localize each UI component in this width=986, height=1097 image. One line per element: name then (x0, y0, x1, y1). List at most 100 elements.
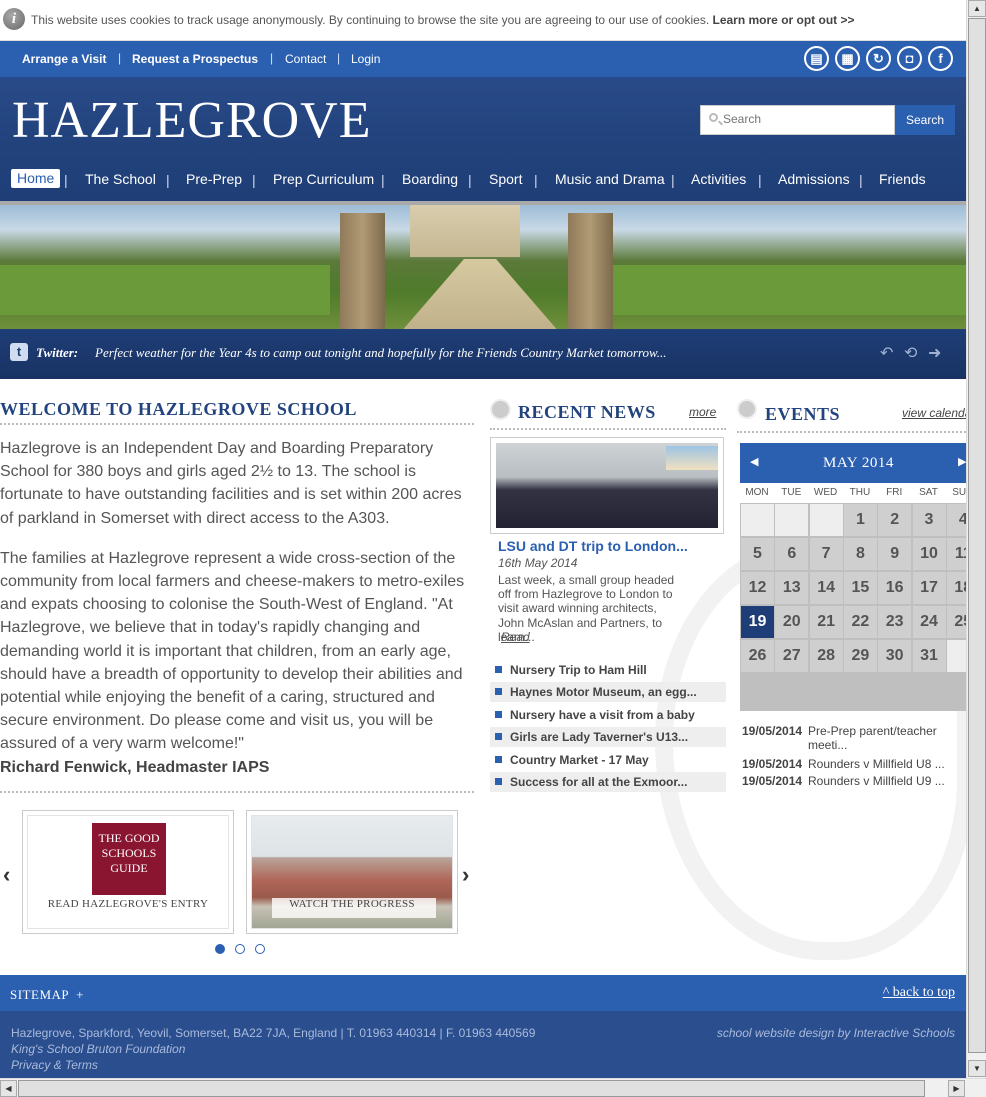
news-item[interactable]: Nursery have a visit from a baby (490, 705, 726, 725)
calendar-day[interactable]: 5 (741, 538, 774, 570)
scroll-left-icon[interactable]: ◀ (0, 1080, 17, 1097)
calendar-icon[interactable]: ▦ (835, 46, 860, 71)
search-button[interactable]: Search (895, 105, 955, 135)
calendar-day[interactable]: 7 (809, 538, 843, 570)
nav-admissions[interactable]: Admissions (778, 171, 850, 187)
newsletter-icon[interactable]: ▤ (804, 46, 829, 71)
calendar-day[interactable]: 11 (946, 538, 966, 570)
login-link[interactable]: Login (351, 52, 380, 66)
event-row[interactable]: 19/05/2014 Rounders v Millfield U8 ... (742, 757, 945, 771)
calendar-day[interactable]: 27 (775, 640, 809, 672)
calendar-day[interactable]: 10 (912, 538, 946, 570)
info-icon: i (3, 8, 25, 30)
carousel-card-gsg[interactable]: THE GOOD SCHOOLS GUIDE READ HAZLEGROVE'S… (22, 810, 234, 934)
news-item[interactable]: Country Market - 17 May (490, 750, 726, 770)
design-credit-link[interactable]: school website design by Interactive Sch… (717, 1026, 955, 1040)
nav-pre-prep[interactable]: Pre-Prep (186, 171, 242, 187)
retweet-icon[interactable]: ⟲ (904, 343, 917, 363)
calendar-day[interactable]: 21 (809, 606, 843, 638)
calendar-day[interactable]: 4 (946, 504, 966, 536)
privacy-link[interactable]: Privacy & Terms (11, 1058, 98, 1072)
cookie-learn-more-link[interactable]: Learn more or opt out >> (713, 13, 855, 27)
next-month-icon[interactable]: ▶ (958, 455, 966, 468)
carousel-dot[interactable] (215, 944, 225, 954)
site-logo[interactable]: HAZLEGROVE (12, 91, 372, 150)
news-read-link[interactable]: Read (501, 630, 530, 644)
separator: | (671, 172, 675, 188)
nav-home[interactable]: Home (11, 169, 61, 188)
nav-activities[interactable]: Activities (691, 171, 746, 187)
carousel-next-icon[interactable]: › (462, 862, 469, 888)
prev-month-icon[interactable]: ◀ (750, 455, 758, 468)
forward-icon[interactable]: ➜ (928, 343, 941, 363)
arrange-visit-link[interactable]: Arrange a Visit (22, 52, 106, 66)
calendar-day[interactable]: 14 (809, 572, 843, 604)
scroll-down-icon[interactable]: ▼ (968, 1060, 986, 1077)
calendar-day[interactable]: 23 (878, 606, 912, 638)
request-prospectus-link[interactable]: Request a Prospectus (132, 52, 258, 66)
news-item[interactable]: Girls are Lady Taverner's U13... (490, 727, 726, 747)
horizontal-scrollbar[interactable]: ◀ ▶ (0, 1078, 986, 1097)
calendar-day[interactable]: 20 (775, 606, 809, 638)
calendar-day[interactable]: 29 (843, 640, 877, 672)
main-nav: Home | The School | Pre-Prep | Prep Curr… (0, 169, 966, 193)
page: i This website uses cookies to track usa… (0, 0, 966, 1078)
calendar-day[interactable]: 24 (912, 606, 946, 638)
scroll-up-icon[interactable]: ▲ (968, 0, 986, 17)
tweet-text[interactable]: Perfect weather for the Year 4s to camp … (95, 345, 666, 361)
carousel-card-progress[interactable]: WATCH THE PROGRESS (246, 810, 458, 934)
calendar-day[interactable]: 31 (912, 640, 946, 672)
calendar-day[interactable]: 17 (912, 572, 946, 604)
news-headline[interactable]: LSU and DT trip to London... (498, 538, 688, 554)
calendar-day[interactable]: 30 (878, 640, 912, 672)
calendar-day[interactable]: 9 (878, 538, 912, 570)
calendar-day[interactable]: 8 (843, 538, 877, 570)
weekday-header: MON TUE WED THU FRI SAT SUN (740, 483, 966, 503)
calendar-day[interactable]: 19 (741, 606, 774, 638)
news-item[interactable]: Haynes Motor Museum, an egg... (490, 682, 726, 702)
carousel-dot[interactable] (255, 944, 265, 954)
contact-link[interactable]: Contact (285, 52, 326, 66)
sitemap-toggle[interactable]: SITEMAP + (10, 987, 84, 1003)
calendar-day[interactable]: 6 (775, 538, 809, 570)
carousel-prev-icon[interactable]: ‹ (3, 862, 10, 888)
parentmail-icon[interactable]: ↻ (866, 46, 891, 71)
event-title: Pre-Prep parent/teacher meeti... (808, 724, 937, 752)
reply-icon[interactable]: ↶ (880, 343, 893, 363)
scroll-right-icon[interactable]: ▶ (948, 1080, 965, 1097)
nav-music-drama[interactable]: Music and Drama (555, 171, 665, 187)
calendar-day[interactable]: 16 (878, 572, 912, 604)
news-item[interactable]: Nursery Trip to Ham Hill (490, 660, 726, 680)
calendar-day[interactable]: 15 (843, 572, 877, 604)
vertical-scrollbar[interactable]: ▲ ▼ (966, 0, 986, 1078)
search-input[interactable] (723, 112, 888, 126)
calendar-day[interactable]: 22 (843, 606, 877, 638)
nav-prep-curriculum[interactable]: Prep Curriculum (273, 171, 374, 187)
back-to-top-link[interactable]: ^ back to top (883, 985, 955, 1001)
calendar-day[interactable]: 28 (809, 640, 843, 672)
carousel-dot[interactable] (235, 944, 245, 954)
shop-icon[interactable]: ◘ (897, 46, 922, 71)
view-calendar-link[interactable]: view calendar (902, 406, 966, 420)
nav-sport[interactable]: Sport (489, 171, 522, 187)
calendar-day[interactable]: 12 (741, 572, 774, 604)
nav-boarding[interactable]: Boarding (402, 171, 458, 187)
foundation-link[interactable]: King's School Bruton Foundation (11, 1042, 185, 1056)
scroll-thumb[interactable] (968, 18, 986, 1053)
calendar-day[interactable]: 25 (946, 606, 966, 638)
event-row[interactable]: 19/05/2014 Pre-Prep parent/teacher meeti.… (742, 724, 937, 752)
scroll-thumb[interactable] (18, 1080, 925, 1097)
event-row[interactable]: 19/05/2014 Rounders v Millfield U9 ... (742, 774, 945, 788)
news-item[interactable]: Success for all at the Exmoor... (490, 772, 726, 792)
nav-the-school[interactable]: The School (85, 171, 156, 187)
nav-friends[interactable]: Friends (879, 171, 926, 187)
calendar-day[interactable]: 1 (843, 504, 877, 536)
calendar-day[interactable]: 26 (741, 640, 774, 672)
facebook-icon[interactable]: f (928, 46, 953, 71)
calendar-day[interactable]: 13 (775, 572, 809, 604)
news-more-link[interactable]: more (689, 405, 716, 419)
calendar-day[interactable]: 3 (912, 504, 946, 536)
news-image[interactable] (490, 437, 724, 534)
calendar-day[interactable]: 18 (946, 572, 966, 604)
calendar-day[interactable]: 2 (878, 504, 912, 536)
